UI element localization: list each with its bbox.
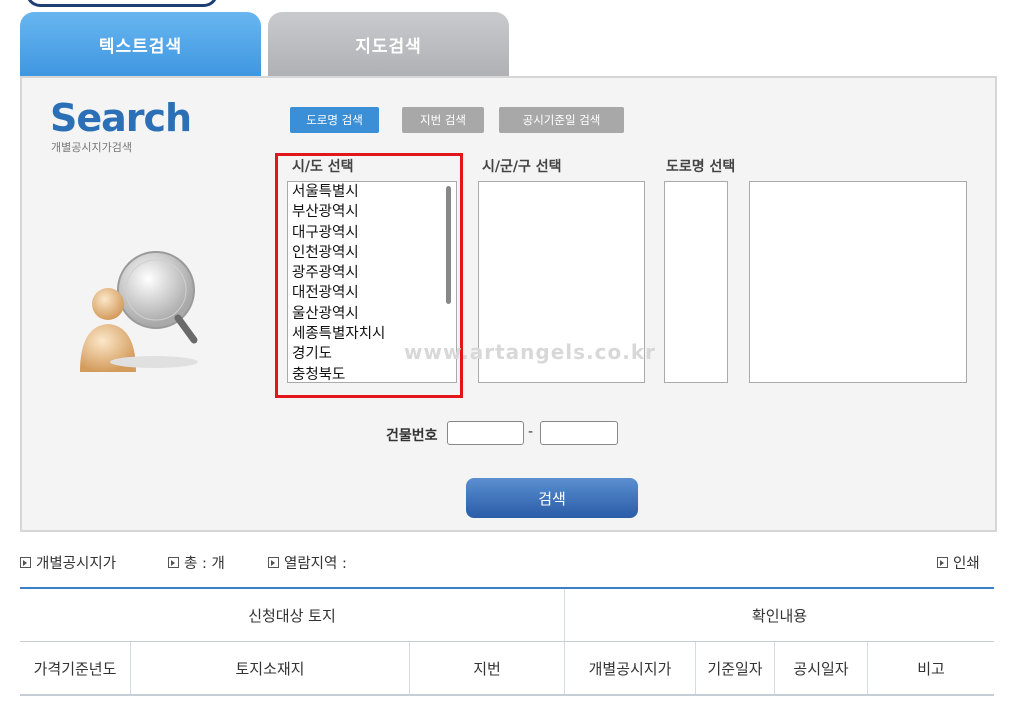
building-number-sub-input[interactable] xyxy=(540,421,618,445)
viewing-region-text: 열람지역 : xyxy=(284,556,347,572)
print-button[interactable]: 인쇄 xyxy=(937,552,980,573)
col-lot-number: 지번 xyxy=(409,641,565,696)
col-land-price: 개별공시지가 xyxy=(564,641,696,696)
search-panel: Search 개별공시지가검색 도로명 검색 지번 검색 공시기준일 검색 시/… xyxy=(20,76,997,532)
building-number-dash: - xyxy=(528,424,534,440)
total-count-text: 총 : 개 xyxy=(184,556,225,572)
result-table: 신청대상 토지 확인내용 가격기준년도 토지소재지 지번 개별공시지가 기준일자… xyxy=(20,587,994,696)
print-text: 인쇄 xyxy=(953,556,980,572)
building-number-label: 건물번호 xyxy=(386,428,438,444)
col-land-location: 토지소재지 xyxy=(130,641,410,696)
road-name-listbox[interactable] xyxy=(749,181,967,383)
person-magnifier-icon xyxy=(80,251,198,372)
col-price-year: 가격기준년도 xyxy=(20,641,131,696)
col-remarks: 비고 xyxy=(867,641,994,696)
arrow-right-icon xyxy=(937,557,948,568)
tab-text-search[interactable]: 텍스트검색 xyxy=(20,12,261,76)
viewing-region: 열람지역 : xyxy=(268,552,347,573)
search-button[interactable]: 검색 xyxy=(466,478,638,518)
col-notice-date: 공시일자 xyxy=(774,641,868,696)
road-name-label: 도로명 선택 xyxy=(666,159,736,175)
search-logo-subtitle: 개별공시지가검색 xyxy=(51,141,132,154)
road-name-search-button[interactable]: 도로명 검색 xyxy=(290,107,379,133)
arrow-right-icon xyxy=(20,557,31,568)
arrow-right-icon xyxy=(268,557,279,568)
arrow-right-icon xyxy=(168,557,179,568)
price-info-text: 개별공시지가 xyxy=(36,556,117,572)
road-initial-listbox[interactable] xyxy=(664,181,728,383)
price-info-link[interactable]: 개별공시지가 xyxy=(20,552,116,573)
group-header-land: 신청대상 토지 xyxy=(20,587,565,642)
notice-date-search-button[interactable]: 공시기준일 검색 xyxy=(499,107,624,133)
tab-map-search[interactable]: 지도검색 xyxy=(268,12,509,76)
sigungu-label: 시/군/구 선택 xyxy=(482,159,562,175)
building-number-main-input[interactable] xyxy=(447,421,524,445)
lot-number-search-button[interactable]: 지번 검색 xyxy=(402,107,484,133)
total-count: 총 : 개 xyxy=(168,552,225,573)
search-logo: Search xyxy=(50,96,192,140)
group-header-confirm: 확인내용 xyxy=(564,587,994,642)
top-nav-pill[interactable] xyxy=(26,0,218,7)
watermark: www.artangels.co.kr xyxy=(404,340,656,364)
col-base-date: 기준일자 xyxy=(695,641,775,696)
